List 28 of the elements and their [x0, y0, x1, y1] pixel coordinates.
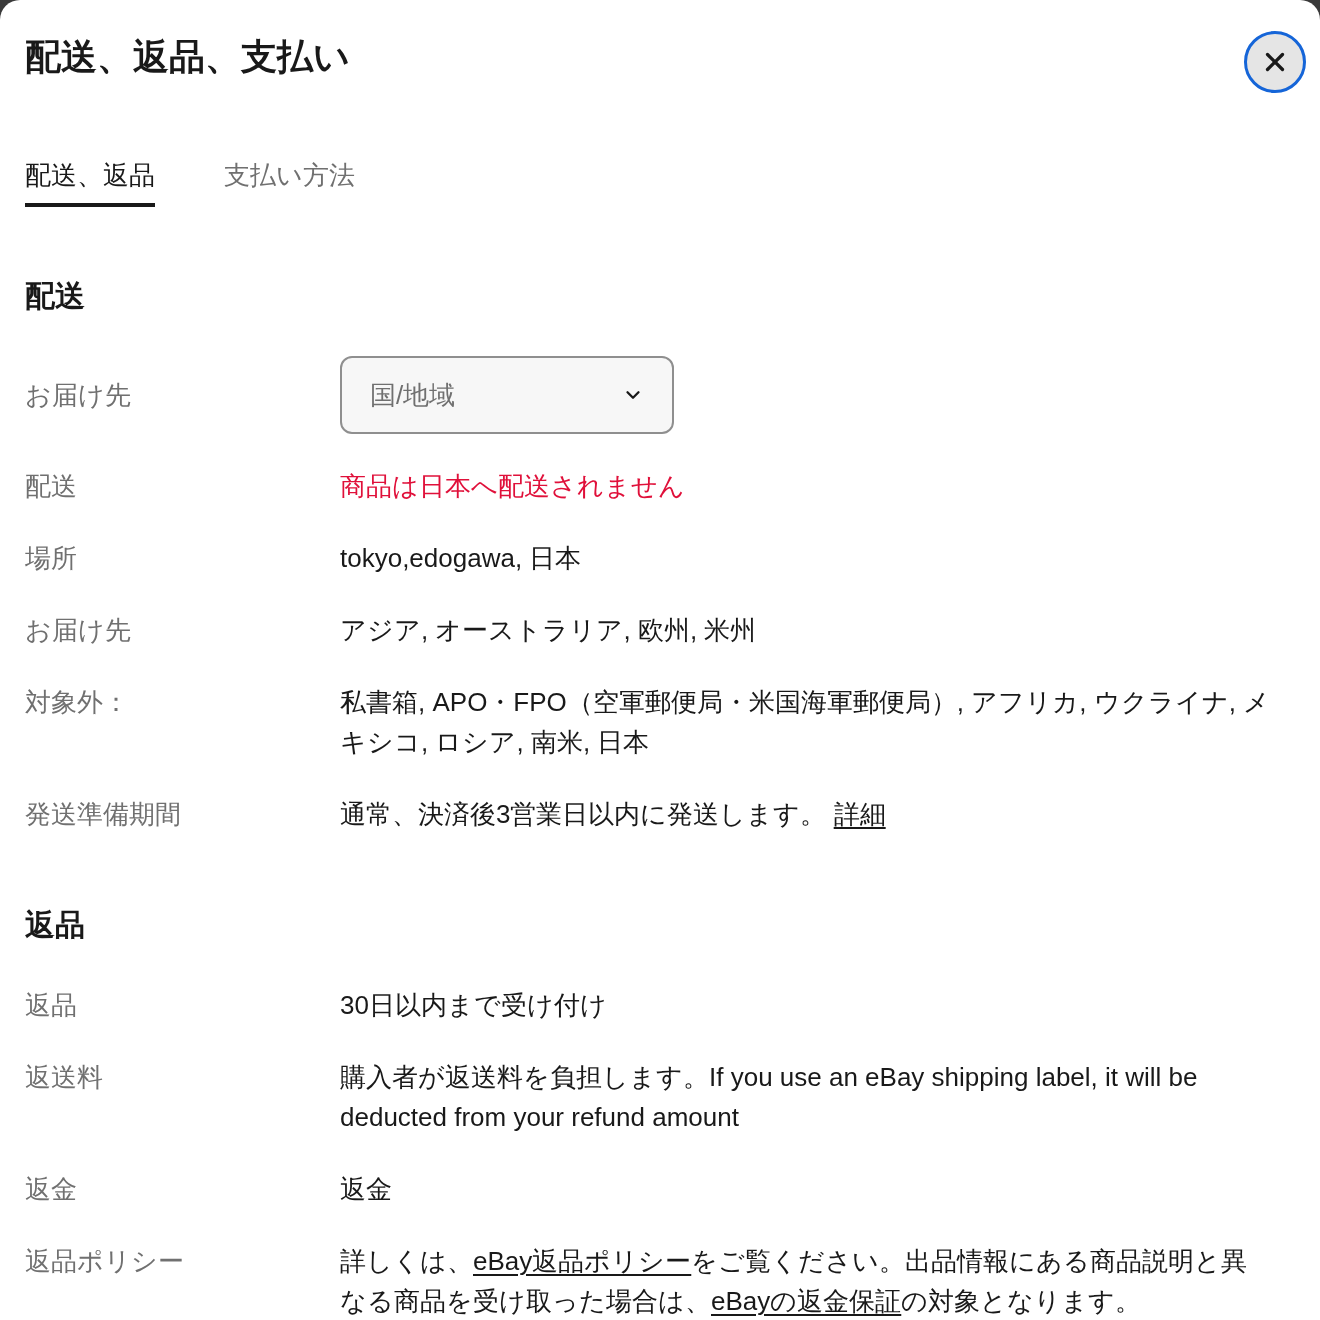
row-label: 対象外：: [25, 687, 129, 717]
row-value: 通常、決済後3営業日以内に発送します。 詳細: [340, 798, 886, 831]
tab[interactable]: 配送、返品: [25, 157, 155, 207]
row-value: 返金: [340, 1173, 392, 1206]
section-heading: 配送: [25, 278, 85, 314]
row-label: 配送: [25, 471, 77, 501]
text-link[interactable]: eBayの返金保証: [711, 1286, 902, 1316]
text-link[interactable]: 詳細: [833, 799, 886, 829]
row-label: 返品ポリシー: [25, 1246, 184, 1276]
text-link[interactable]: eBay返品ポリシー: [473, 1246, 692, 1276]
row-label: 返品: [25, 990, 77, 1020]
row-value: 購入者が返送料を負担します。If you use an eBay shipping label, it will be deducted from your refund amount: [340, 1061, 1199, 1134]
row-label: 場所: [25, 543, 77, 573]
warning-text: 商品は日本へ配送されません: [340, 470, 685, 503]
row-value: tokyo,edogawa, 日本: [340, 542, 582, 575]
row-value: 私書箱, APO・FPO（空軍郵便局・米国海軍郵便局）, アフリカ, ウクライナ, メキシコ, ロシア, 南米, 日本: [340, 686, 1272, 759]
row-label: 発送準備期間: [25, 799, 181, 829]
row-label: お届け先: [25, 615, 131, 645]
country-select[interactable]: 国/地域: [340, 356, 674, 434]
row-label: お届け先: [25, 380, 131, 410]
tab[interactable]: 支払い方法: [224, 157, 355, 207]
section-heading: 返品: [25, 907, 85, 943]
row-label: 返金: [25, 1174, 77, 1204]
row-value: 30日以内まで受け付け: [340, 989, 607, 1022]
dialog-title: 配送、返品、支払い: [25, 35, 350, 79]
row-value: アジア, オーストラリア, 欧州, 米州: [340, 614, 757, 647]
row-label: 返送料: [25, 1062, 103, 1092]
row-value: 詳しくは、eBay返品ポリシーをご覧ください。出品情報にある商品説明と異なる商品を受け取った場合は、eBayの返金保証の対象となります。: [340, 1245, 1249, 1318]
